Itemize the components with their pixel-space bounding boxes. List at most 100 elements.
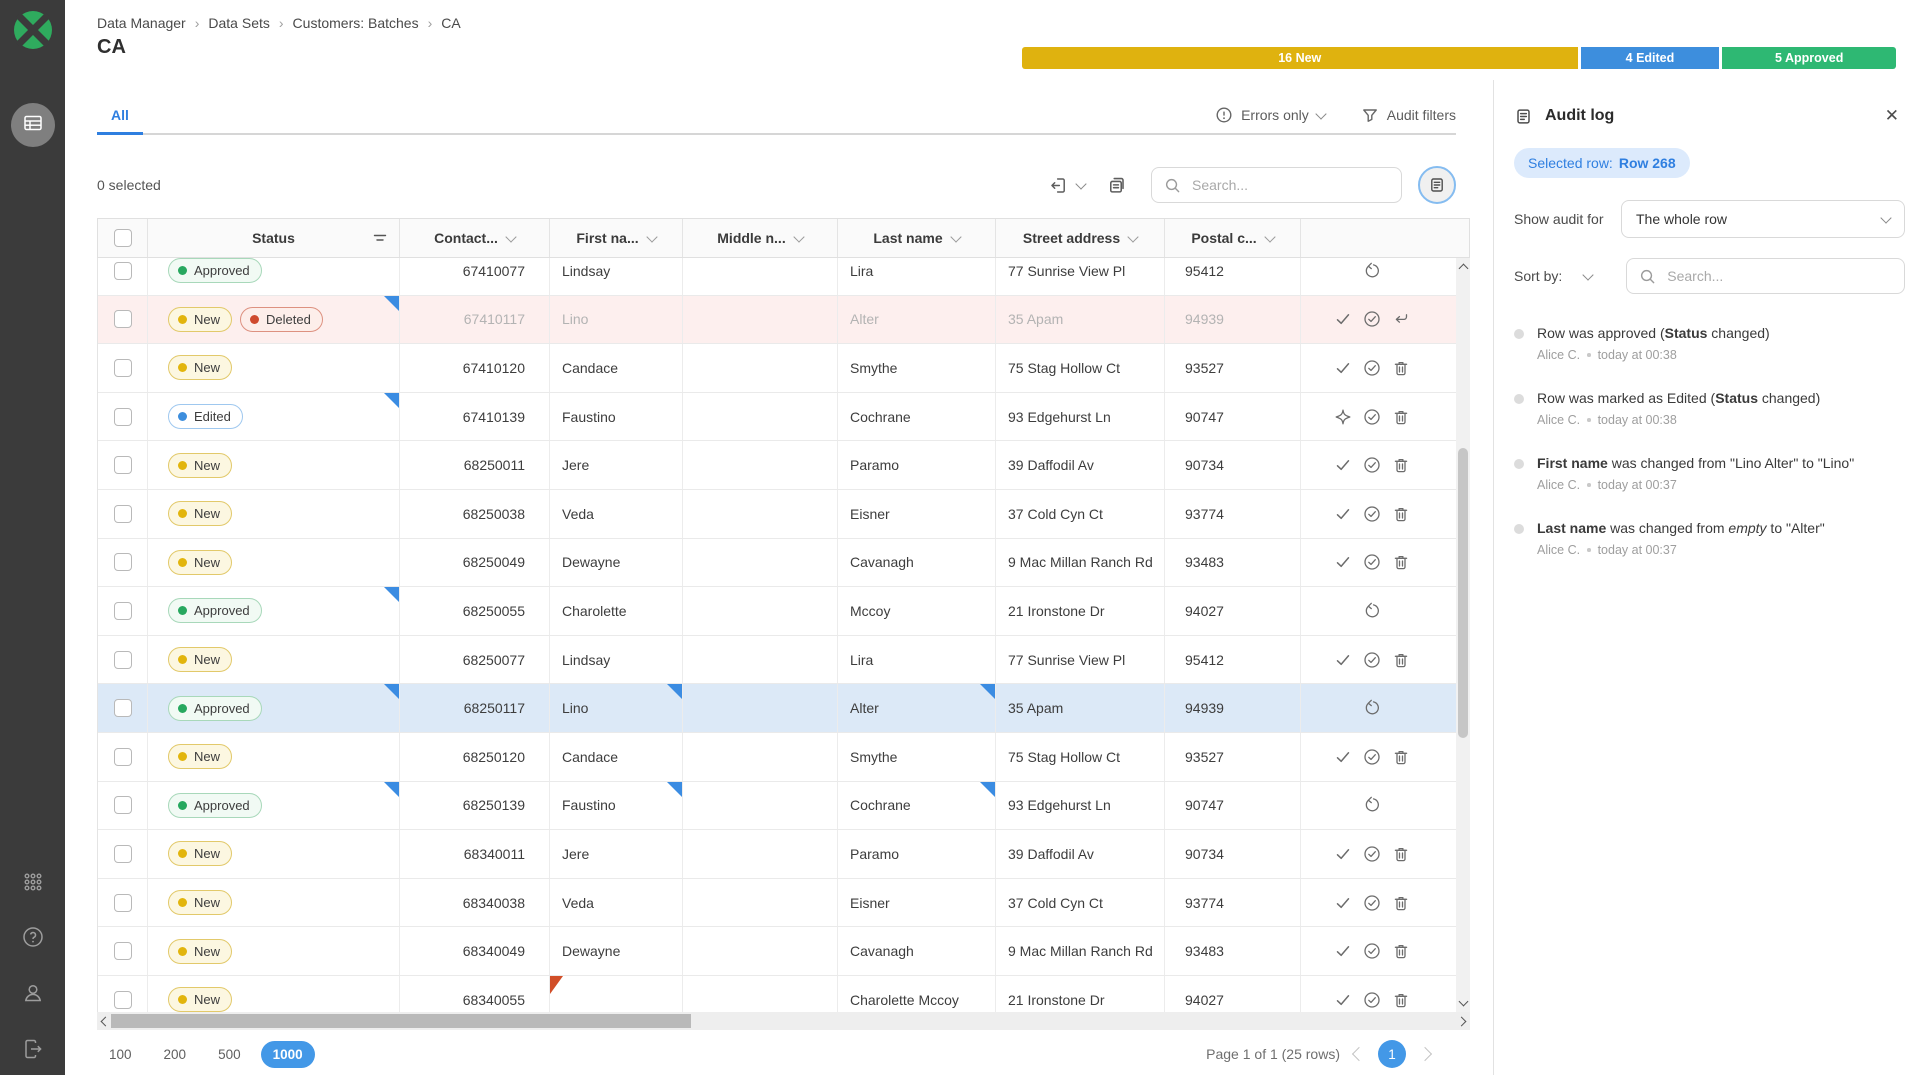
undo-icon[interactable] [1363, 602, 1381, 620]
check-icon[interactable] [1334, 894, 1352, 912]
audit-log-toggle-button[interactable] [1418, 166, 1456, 204]
row-checkbox[interactable] [114, 845, 132, 863]
table-search-input[interactable] [1190, 176, 1389, 194]
vertical-scrollbar[interactable] [1456, 258, 1470, 1012]
errors-only-toggle[interactable]: Errors only [1215, 106, 1325, 124]
undo-icon[interactable] [1363, 262, 1381, 280]
row-checkbox[interactable] [114, 748, 132, 766]
sort-direction-chevron-icon[interactable] [1583, 269, 1594, 280]
trash-icon[interactable] [1392, 359, 1410, 377]
circle-check-icon[interactable] [1363, 408, 1381, 426]
column-header-first[interactable]: First na... [550, 219, 683, 257]
audit-filters-button[interactable]: Audit filters [1361, 106, 1456, 124]
table-row[interactable]: New68250011JereParamo39 Daffodil Av90734 [98, 441, 1469, 490]
show-audit-select[interactable]: The whole row [1621, 200, 1905, 238]
scroll-up-arrow[interactable] [1459, 264, 1469, 274]
circle-check-icon[interactable] [1363, 456, 1381, 474]
breadcrumb-item[interactable]: Data Manager [97, 15, 186, 31]
apps-grid-icon[interactable] [22, 871, 44, 893]
circle-check-icon[interactable] [1363, 651, 1381, 669]
row-checkbox[interactable] [114, 942, 132, 960]
circle-check-icon[interactable] [1363, 991, 1381, 1009]
copy-rows-icon[interactable] [1107, 175, 1127, 195]
table-row[interactable]: Approved68250055CharoletteMccoy21 Ironst… [98, 587, 1469, 636]
sparkle-icon[interactable] [1334, 408, 1352, 426]
export-button[interactable] [1049, 176, 1085, 195]
table-row[interactable]: New68250077LindsayLira77 Sunrise View Pl… [98, 636, 1469, 685]
check-icon[interactable] [1334, 359, 1352, 377]
audit-entry[interactable]: Last name was changed from empty to "Alt… [1514, 519, 1905, 557]
check-icon[interactable] [1334, 456, 1352, 474]
breadcrumb-item[interactable]: CA [441, 15, 460, 31]
row-checkbox[interactable] [114, 651, 132, 669]
column-header-street[interactable]: Street address [996, 219, 1165, 257]
row-checkbox[interactable] [114, 894, 132, 912]
trash-icon[interactable] [1392, 408, 1410, 426]
check-icon[interactable] [1334, 310, 1352, 328]
trash-icon[interactable] [1392, 894, 1410, 912]
table-row[interactable]: NewDeleted67410117LinoAlter35 Apam94939 [98, 296, 1469, 345]
close-icon[interactable]: ✕ [1879, 104, 1905, 128]
check-icon[interactable] [1334, 553, 1352, 571]
check-icon[interactable] [1334, 845, 1352, 863]
row-checkbox[interactable] [114, 699, 132, 717]
check-icon[interactable] [1334, 651, 1352, 669]
undo-icon[interactable] [1363, 699, 1381, 717]
circle-check-icon[interactable] [1363, 310, 1381, 328]
table-row[interactable]: Approved67410077LindsayLira77 Sunrise Vi… [98, 258, 1469, 296]
next-page-arrow[interactable] [1418, 1047, 1432, 1061]
check-icon[interactable] [1334, 505, 1352, 523]
check-icon[interactable] [1334, 991, 1352, 1009]
table-row[interactable]: Approved68250139FaustinoCochrane93 Edgeh… [98, 782, 1469, 831]
table-row[interactable]: New67410120CandaceSmythe75 Stag Hollow C… [98, 344, 1469, 393]
row-checkbox[interactable] [114, 408, 132, 426]
trash-icon[interactable] [1392, 553, 1410, 571]
trash-icon[interactable] [1392, 942, 1410, 960]
row-checkbox[interactable] [114, 796, 132, 814]
table-row[interactable]: New68340055Charolette Mccoy21 Ironstone … [98, 976, 1469, 1012]
signout-icon[interactable] [21, 1037, 45, 1061]
page-size-200[interactable]: 200 [152, 1041, 199, 1068]
row-checkbox[interactable] [114, 602, 132, 620]
trash-icon[interactable] [1392, 845, 1410, 863]
row-checkbox[interactable] [114, 505, 132, 523]
data-tables-nav-button[interactable] [11, 103, 55, 147]
table-row[interactable]: Edited67410139FaustinoCochrane93 Edgehur… [98, 393, 1469, 442]
help-icon[interactable] [21, 925, 45, 949]
table-row[interactable]: New68250038VedaEisner37 Cold Cyn Ct93774 [98, 490, 1469, 539]
return-icon[interactable] [1392, 310, 1410, 328]
scroll-left-arrow[interactable] [101, 1017, 111, 1027]
audit-entry[interactable]: Row was marked as Edited (Status changed… [1514, 389, 1905, 427]
audit-entry[interactable]: Row was approved (Status changed)Alice C… [1514, 324, 1905, 362]
row-checkbox[interactable] [114, 262, 132, 280]
column-header-postal[interactable]: Postal c... [1165, 219, 1301, 257]
scroll-down-arrow[interactable] [1459, 997, 1469, 1007]
circle-check-icon[interactable] [1363, 553, 1381, 571]
table-row[interactable]: New68340049DewayneCavanagh9 Mac Millan R… [98, 927, 1469, 976]
check-icon[interactable] [1334, 748, 1352, 766]
table-row[interactable]: New68250049DewayneCavanagh9 Mac Millan R… [98, 539, 1469, 588]
vertical-scrollbar-thumb[interactable] [1458, 448, 1468, 738]
row-checkbox[interactable] [114, 553, 132, 571]
page-size-100[interactable]: 100 [97, 1041, 144, 1068]
column-header-status[interactable]: Status [148, 219, 400, 257]
horizontal-scrollbar-thumb[interactable] [111, 1014, 691, 1028]
table-row[interactable]: New68250120CandaceSmythe75 Stag Hollow C… [98, 733, 1469, 782]
trash-icon[interactable] [1392, 991, 1410, 1009]
row-checkbox[interactable] [114, 359, 132, 377]
circle-check-icon[interactable] [1363, 894, 1381, 912]
column-header-contact[interactable]: Contact... [400, 219, 550, 257]
circle-check-icon[interactable] [1363, 942, 1381, 960]
trash-icon[interactable] [1392, 456, 1410, 474]
scroll-right-arrow[interactable] [1457, 1017, 1467, 1027]
row-checkbox[interactable] [114, 991, 132, 1009]
circle-check-icon[interactable] [1363, 505, 1381, 523]
horizontal-scrollbar[interactable] [97, 1012, 1470, 1030]
tab-all[interactable]: All [97, 107, 143, 135]
table-row[interactable]: New68340038VedaEisner37 Cold Cyn Ct93774 [98, 879, 1469, 928]
check-icon[interactable] [1334, 942, 1352, 960]
circle-check-icon[interactable] [1363, 359, 1381, 377]
clover-logo[interactable] [12, 9, 54, 56]
undo-icon[interactable] [1363, 796, 1381, 814]
page-number-button[interactable]: 1 [1378, 1040, 1406, 1068]
